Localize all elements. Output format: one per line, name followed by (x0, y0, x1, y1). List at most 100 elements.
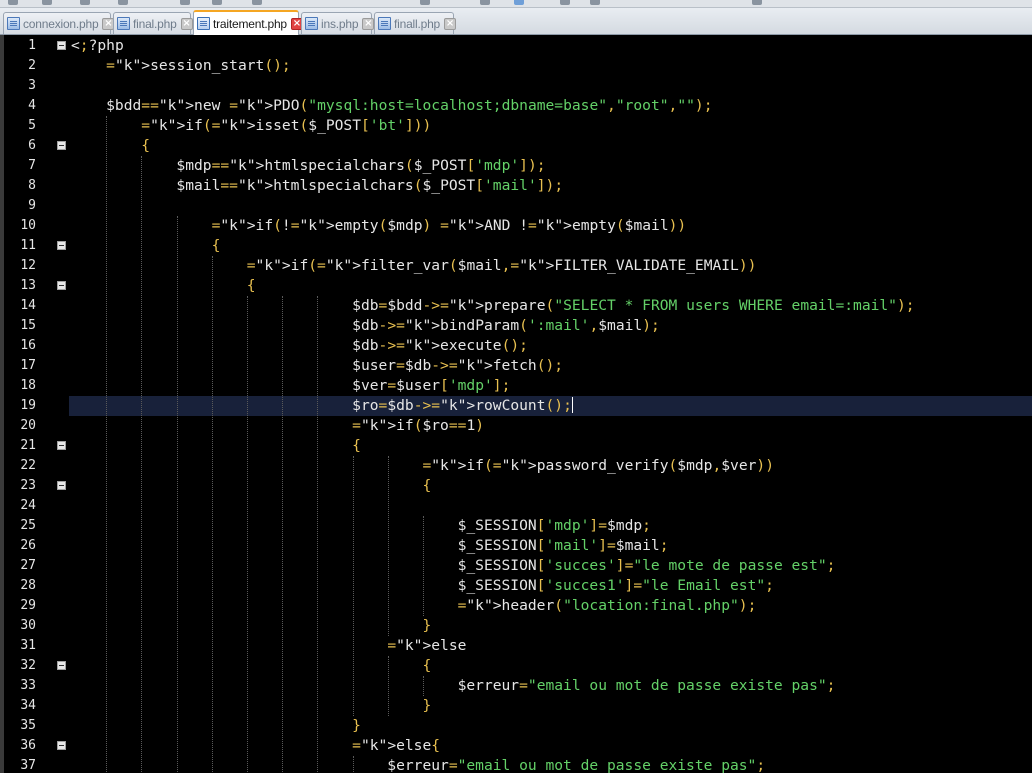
code-line[interactable]: ="k">session_start(); (69, 56, 1032, 76)
code-line[interactable]: } (69, 616, 1032, 636)
code-row[interactable]: 33 $erreur="email ou mot de passe existe… (0, 676, 1032, 696)
code-row[interactable]: 32 { (0, 656, 1032, 676)
code-line[interactable]: ="k">if(="k">filter_var($mail,="k">FILTE… (69, 256, 1032, 276)
code-line[interactable]: { (69, 436, 1032, 456)
code-row[interactable]: 18 $ver=$user['mdp']; (0, 376, 1032, 396)
tab-traitement-php[interactable]: traitement.php × (193, 10, 303, 35)
code-line[interactable]: $user=$db->="k">fetch(); (69, 356, 1032, 376)
code-row[interactable]: 19 $ro=$db->="k">rowCount(); (0, 396, 1032, 416)
toolbar-new-icon[interactable] (8, 0, 18, 5)
code-line[interactable]: ="k">if(!="k">empty($mdp) ="k">AND !="k"… (69, 216, 1032, 236)
code-line[interactable]: $db->="k">bindParam(':mail',$mail); (69, 316, 1032, 336)
code-line[interactable]: $_SESSION['mail']=$mail; (69, 536, 1032, 556)
close-icon[interactable]: × (444, 17, 457, 30)
toolbar-cut-icon[interactable] (180, 0, 190, 5)
code-row[interactable]: 11 { (0, 236, 1032, 256)
code-line[interactable]: $mail=="k">htmlspecialchars($_POST['mail… (69, 176, 1032, 196)
code-row[interactable]: 27 $_SESSION['succes']="le mote de passe… (0, 556, 1032, 576)
code-editor[interactable]: 1 <;?php 2 ="k">session_start(); 3 4 $bdd=="… (0, 35, 1032, 773)
code-line[interactable]: $_SESSION['succes1']="le Email est"; (69, 576, 1032, 596)
fold-toggle-icon[interactable] (57, 241, 66, 250)
fold-toggle-icon[interactable] (57, 741, 66, 750)
code-line[interactable]: $_SESSION['succes']="le mote de passe es… (69, 556, 1032, 576)
fold-toggle-icon[interactable] (57, 41, 66, 50)
code-row[interactable]: 34 } (0, 696, 1032, 716)
code-row[interactable]: 36 ="k">else{ (0, 736, 1032, 756)
toolbar-macro-icon[interactable] (752, 0, 762, 5)
tab-connexion-php[interactable]: connexion.php × (3, 12, 115, 34)
code-row[interactable]: 37 $erreur="email ou mot de passe existe… (0, 756, 1032, 773)
close-icon[interactable]: × (180, 17, 193, 30)
code-row[interactable]: 2 ="k">session_start(); (0, 56, 1032, 76)
code-line[interactable]: $ro=$db->="k">rowCount(); (69, 396, 1032, 416)
code-row[interactable]: 30 } (0, 616, 1032, 636)
code-line[interactable]: $db=$bdd->="k">prepare("SELECT * FROM us… (69, 296, 1032, 316)
fold-toggle-icon[interactable] (57, 141, 66, 150)
code-row[interactable]: 28 $_SESSION['succes1']="le Email est"; (0, 576, 1032, 596)
code-row[interactable]: 16 $db->="k">execute(); (0, 336, 1032, 356)
close-icon[interactable]: × (362, 17, 375, 30)
toolbar-redo-icon[interactable] (480, 0, 490, 5)
code-line[interactable]: { (69, 276, 1032, 296)
fold-toggle-icon[interactable] (57, 661, 66, 670)
code-row[interactable]: 1 <;?php (0, 36, 1032, 56)
toolbar-paste-icon[interactable] (252, 0, 262, 5)
tab-finall-php[interactable]: finall.php × (374, 12, 457, 34)
toolbar-zoom-icon[interactable] (590, 0, 600, 5)
code-row[interactable]: 7 $mdp=="k">htmlspecialchars($_POST['mdp… (0, 156, 1032, 176)
code-row[interactable]: 10 ="k">if(!="k">empty($mdp) ="k">AND !=… (0, 216, 1032, 236)
fold-toggle-icon[interactable] (57, 281, 66, 290)
code-line[interactable]: { (69, 236, 1032, 256)
code-line[interactable]: ="k">if(="k">isset($_POST['bt'])) (69, 116, 1032, 136)
fold-toggle-icon[interactable] (57, 481, 66, 490)
code-line[interactable]: $db->="k">execute(); (69, 336, 1032, 356)
toolbar-open-icon[interactable] (42, 0, 52, 5)
code-line[interactable]: ="k">header("location:final.php"); (69, 596, 1032, 616)
toolbar-find-icon[interactable] (514, 0, 524, 5)
code-row[interactable]: 21 { (0, 436, 1032, 456)
toolbar-copy-icon[interactable] (212, 0, 222, 5)
code-row[interactable]: 4 $bdd=="k">new ="k">PDO("mysql:host=loc… (0, 96, 1032, 116)
code-row[interactable]: 6 { (0, 136, 1032, 156)
code-row[interactable]: 14 $db=$bdd->="k">prepare("SELECT * FROM… (0, 296, 1032, 316)
toolbar-undo-icon[interactable] (420, 0, 430, 5)
code-row[interactable]: 26 $_SESSION['mail']=$mail; (0, 536, 1032, 556)
code-line[interactable]: } (69, 716, 1032, 736)
code-row[interactable]: 35 } (0, 716, 1032, 736)
code-line[interactable]: $bdd=="k">new ="k">PDO("mysql:host=local… (69, 96, 1032, 116)
toolbar-save-all-icon[interactable] (118, 0, 128, 5)
code-row[interactable]: 3 (0, 76, 1032, 96)
code-line[interactable] (69, 196, 1032, 216)
code-line[interactable]: ="k">else{ (69, 736, 1032, 756)
code-row[interactable]: 5 ="k">if(="k">isset($_POST['bt'])) (0, 116, 1032, 136)
code-row[interactable]: 20 ="k">if($ro==1) (0, 416, 1032, 436)
code-line[interactable]: $ver=$user['mdp']; (69, 376, 1032, 396)
toolbar-save-icon[interactable] (80, 0, 90, 5)
code-line[interactable]: ="k">if($ro==1) (69, 416, 1032, 436)
code-row[interactable]: 23 { (0, 476, 1032, 496)
tab-final-php[interactable]: final.php × (113, 12, 193, 34)
toolbar-replace-icon[interactable] (560, 0, 570, 5)
code-line[interactable]: ="k">else (69, 636, 1032, 656)
code-line[interactable]: <;?php (69, 36, 1032, 56)
code-line[interactable]: $erreur="email ou mot de passe existe pa… (69, 756, 1032, 773)
code-row[interactable]: 25 $_SESSION['mdp']=$mdp; (0, 516, 1032, 536)
code-row[interactable]: 13 { (0, 276, 1032, 296)
code-line[interactable]: $_SESSION['mdp']=$mdp; (69, 516, 1032, 536)
code-line[interactable]: ="k">if(="k">password_verify($mdp,$ver)) (69, 456, 1032, 476)
code-row[interactable]: 8 $mail=="k">htmlspecialchars($_POST['ma… (0, 176, 1032, 196)
code-row[interactable]: 9 (0, 196, 1032, 216)
code-line[interactable] (69, 496, 1032, 516)
code-row[interactable]: 22 ="k">if(="k">password_verify($mdp,$ve… (0, 456, 1032, 476)
code-line[interactable]: { (69, 476, 1032, 496)
code-line[interactable] (69, 76, 1032, 96)
code-row[interactable]: 12 ="k">if(="k">filter_var($mail,="k">FI… (0, 256, 1032, 276)
code-line[interactable]: $mdp=="k">htmlspecialchars($_POST['mdp']… (69, 156, 1032, 176)
code-row[interactable]: 17 $user=$db->="k">fetch(); (0, 356, 1032, 376)
code-row[interactable]: 29 ="k">header("location:final.php"); (0, 596, 1032, 616)
tab-ins-php[interactable]: ins.php × (301, 12, 375, 34)
code-row[interactable]: 15 $db->="k">bindParam(':mail',$mail); (0, 316, 1032, 336)
code-line[interactable]: { (69, 656, 1032, 676)
code-line[interactable]: { (69, 136, 1032, 156)
code-line[interactable]: $erreur="email ou mot de passe existe pa… (69, 676, 1032, 696)
